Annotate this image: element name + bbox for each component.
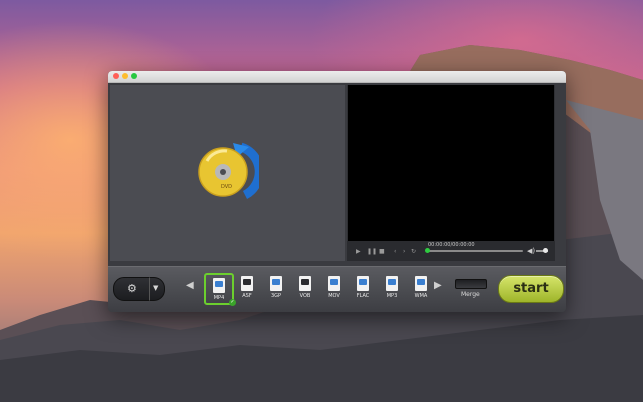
format-label: MP4	[213, 295, 225, 301]
bottom-toolbar: ⚙ ▼ ◀ MP4 ✓ ASF 3GP VOB MOV FLAC MP3 WMA…	[108, 266, 566, 312]
file-drop-area[interactable]: DVD	[110, 85, 345, 261]
format-mp4[interactable]: MP4 ✓	[204, 273, 236, 306]
pause-icon[interactable]: ❚❚	[367, 249, 377, 255]
minimize-window-button[interactable]	[122, 73, 128, 79]
format-mov[interactable]: MOV	[320, 273, 348, 305]
prev-frame-icon[interactable]: ‹	[394, 249, 396, 255]
format-label: VOB	[299, 293, 311, 299]
file-format-icon	[357, 276, 369, 291]
gear-icon: ⚙	[127, 282, 137, 295]
player-controls: 00:00:00/00:00:00 ▶ ❚❚ ■ ‹ › ↻ ◀)	[347, 241, 555, 261]
play-icon[interactable]: ▶	[356, 249, 361, 255]
format-label: WMA	[414, 293, 428, 299]
next-frame-icon[interactable]: ›	[403, 249, 405, 255]
format-label: ASF	[242, 293, 252, 299]
file-format-icon	[299, 276, 311, 291]
merge-toggle[interactable]	[455, 279, 487, 289]
file-format-icon	[415, 276, 427, 291]
format-wma[interactable]: WMA	[407, 273, 435, 305]
video-preview-panel: 00:00:00/00:00:00 ▶ ❚❚ ■ ‹ › ↻ ◀)	[347, 85, 555, 261]
dvd-disc-icon: DVD	[198, 142, 259, 200]
volume-handle[interactable]	[543, 248, 548, 253]
stop-icon[interactable]: ■	[379, 249, 385, 255]
settings-button[interactable]: ⚙	[113, 277, 151, 301]
file-format-icon	[241, 276, 253, 291]
timecode-display: 00:00:00/00:00:00	[428, 242, 475, 248]
format-asf[interactable]: ASF	[233, 273, 261, 305]
app-window: DVD 00:00:00/00:00:00 ▶ ❚❚ ■ ‹ › ↻ ◀) ⚙ …	[108, 71, 566, 312]
format-label: FLAC	[356, 293, 370, 299]
video-screen	[348, 85, 554, 241]
file-format-icon	[386, 276, 398, 291]
format-vob[interactable]: VOB	[291, 273, 319, 305]
refresh-icon[interactable]: ↻	[411, 249, 416, 255]
dvd-logo-text: DVD	[221, 184, 232, 190]
format-label: MOV	[328, 293, 340, 299]
file-format-icon	[328, 276, 340, 291]
seek-bar[interactable]	[427, 250, 523, 252]
start-button[interactable]: start	[498, 275, 564, 303]
merge-label: Merge	[461, 291, 480, 298]
format-label: 3GP	[270, 293, 282, 299]
format-flac[interactable]: FLAC	[349, 273, 377, 305]
close-window-button[interactable]	[113, 73, 119, 79]
title-bar	[108, 71, 566, 83]
zoom-window-button[interactable]	[131, 73, 137, 79]
chevron-left-icon[interactable]: ◀	[186, 280, 194, 291]
format-3gp[interactable]: 3GP	[262, 273, 290, 305]
speaker-icon[interactable]: ◀)	[527, 247, 535, 255]
seek-handle[interactable]	[425, 248, 430, 253]
settings-dropdown-button[interactable]: ▼	[149, 277, 165, 301]
file-format-icon	[213, 278, 225, 293]
format-label: MP3	[386, 293, 398, 299]
format-mp3[interactable]: MP3	[378, 273, 406, 305]
chevron-right-icon[interactable]: ▶	[434, 280, 442, 291]
file-format-icon	[270, 276, 282, 291]
chevron-down-icon: ▼	[153, 284, 159, 292]
